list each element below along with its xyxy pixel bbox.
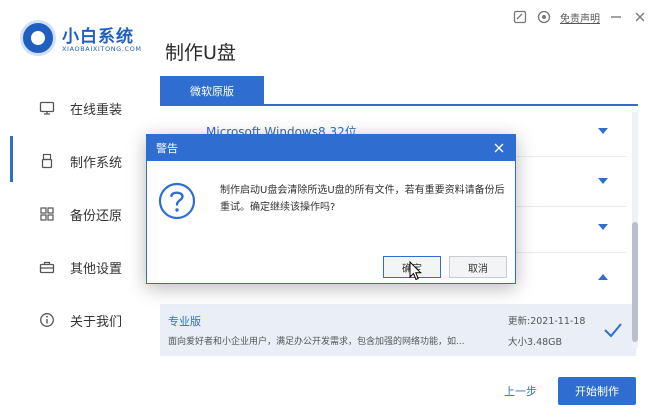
check-icon [604, 323, 622, 338]
chevron-up-icon[interactable] [598, 274, 608, 280]
start-making-button[interactable]: 开始制作 [558, 377, 636, 405]
sidebar-item-label: 其他设置 [70, 261, 123, 277]
sidebar-item-label: 关于我们 [70, 314, 123, 330]
edition-item-professional[interactable]: 专业版 面向爱好者和小企业用户，满足办公开发需求，包含加强的网络功能，如... … [160, 304, 636, 356]
question-icon [158, 182, 196, 220]
sidebar-item-make-system[interactable]: 制作系统 [0, 135, 160, 187]
chevron-down-icon[interactable] [598, 128, 608, 134]
edition-update-date: 更新:2021-11-18 [508, 316, 586, 327]
close-icon[interactable] [632, 9, 648, 25]
edition-size: 大小3.48GB [508, 337, 563, 348]
app-window: 小白系统 XIAOBAIXITONG.COM 制作U盘 免责声明 在线重装 制作… [0, 0, 660, 420]
previous-step-button[interactable]: 上一步 [504, 383, 537, 399]
chevron-down-icon[interactable] [598, 178, 608, 184]
mouse-cursor-icon [409, 261, 422, 281]
close-icon[interactable] [491, 140, 507, 156]
chevron-down-icon[interactable] [598, 224, 608, 230]
info-icon [38, 311, 56, 329]
sidebar-item-label: 备份还原 [70, 208, 123, 224]
sidebar-active-indicator [10, 136, 13, 182]
logo-icon [20, 20, 56, 56]
monitor-icon [38, 99, 56, 117]
disclaimer-link[interactable]: 免责声明 [560, 10, 600, 25]
sidebar-item-online-reinstall[interactable]: 在线重装 [0, 82, 160, 134]
edition-description: 面向爱好者和小企业用户，满足办公开发需求，包含加强的网络功能，如... [168, 337, 465, 347]
support-icon[interactable] [536, 9, 552, 25]
dialog-message: 制作启动U盘会清除所选U盘的所有文件，若有重要资料请备份后重试。确定继续该操作吗… [220, 185, 505, 213]
sidebar-item-backup-restore[interactable]: 备份还原 [0, 188, 160, 240]
edition-name: 专业版 [168, 315, 201, 328]
sidebar: 在线重装 制作系统 备份还原 其他设置 关于我们 [0, 78, 160, 398]
usb-icon [38, 152, 56, 170]
window-controls: 免责声明 [512, 9, 648, 25]
cancel-button[interactable]: 取消 [449, 256, 507, 278]
feedback-icon[interactable] [512, 9, 528, 25]
sidebar-item-other-settings[interactable]: 其他设置 [0, 241, 160, 293]
page-title: 制作U盘 [165, 42, 236, 64]
warning-dialog: 警告 制作启动U盘会清除所选U盘的所有文件，若有重要资料请备份后重试。确定继续该… [146, 134, 516, 284]
brand-subtitle: XIAOBAIXITONG.COM [62, 45, 142, 53]
sidebar-item-label: 在线重装 [70, 102, 123, 118]
dialog-header: 警告 [147, 135, 515, 161]
tab-microsoft-original[interactable]: 微软原版 [160, 76, 264, 106]
dialog-title: 警告 [156, 142, 178, 155]
minimize-icon[interactable] [608, 9, 624, 25]
sidebar-item-label: 制作系统 [70, 155, 123, 171]
scrollbar-thumb[interactable] [632, 222, 638, 342]
grid-icon [38, 205, 56, 223]
toolbox-icon [38, 258, 56, 276]
sidebar-item-about-us[interactable]: 关于我们 [0, 294, 160, 346]
brand-name: 小白系统 [62, 27, 134, 47]
